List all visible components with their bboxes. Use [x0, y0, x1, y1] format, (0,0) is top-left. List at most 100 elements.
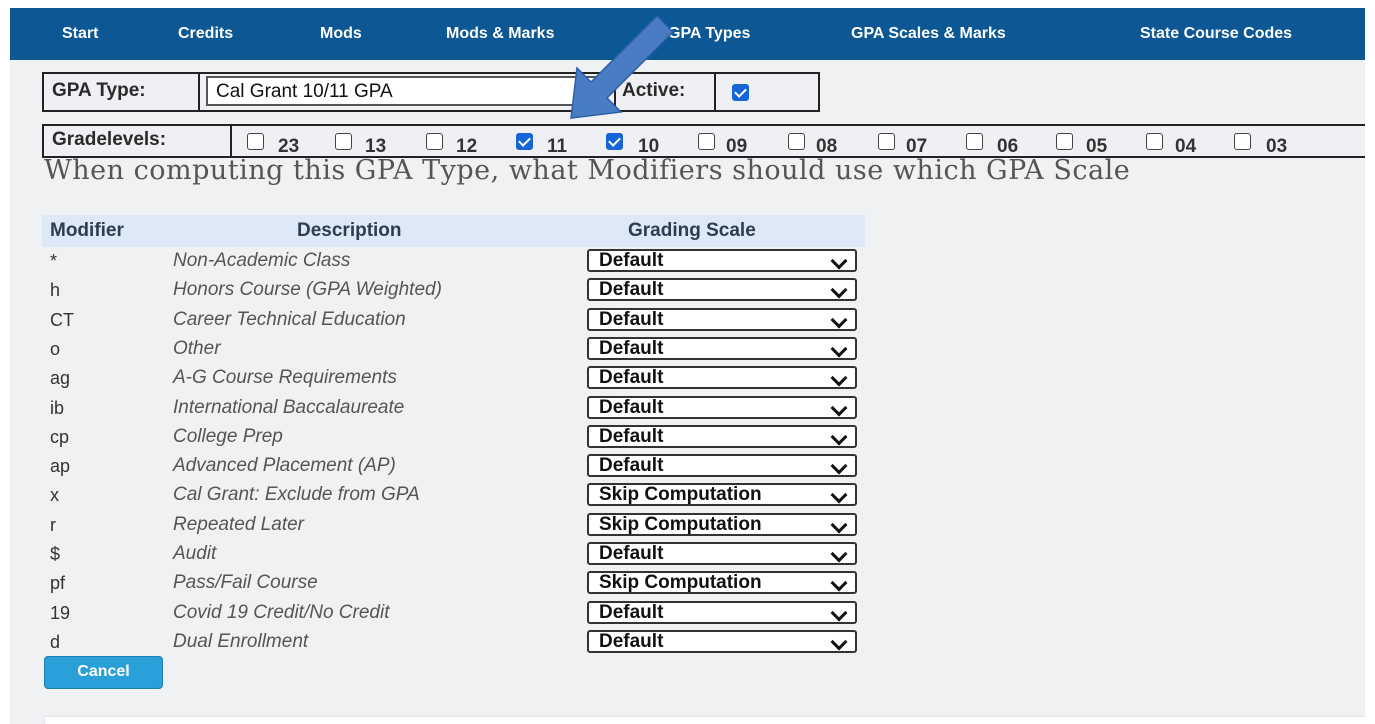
row-modifier: CT	[50, 310, 74, 330]
header-grading-scale: Grading Scale	[628, 220, 756, 241]
gradelevel-checkbox-07[interactable]	[878, 133, 895, 150]
row-description: Other	[173, 338, 221, 359]
gradelevel-checkbox-09[interactable]	[698, 133, 715, 150]
grading-scale-select[interactable]: Default	[587, 454, 857, 477]
gradelevel-checkbox-23[interactable]	[247, 133, 264, 150]
nav-gpa-scales-marks[interactable]: GPA Scales & Marks	[851, 25, 1006, 43]
cancel-button[interactable]: Cancel	[44, 656, 163, 689]
grading-scale-select[interactable]: Skip Computation	[587, 483, 857, 506]
grading-scale-value: Skip Computation	[599, 572, 762, 593]
gpa-type-input[interactable]: Cal Grant 10/11 GPA	[206, 76, 598, 106]
grading-scale-value: Default	[599, 602, 664, 623]
nav-gpa-types[interactable]: GPA Types	[668, 25, 750, 43]
row-modifier: r	[50, 515, 56, 535]
grading-scale-value: Default	[599, 338, 664, 359]
gradelevel-label-04: 04	[1175, 136, 1197, 157]
gradelevel-checkbox-08[interactable]	[788, 133, 805, 150]
grading-scale-select[interactable]: Default	[587, 366, 857, 389]
row-description: Dual Enrollment	[173, 631, 309, 652]
row-description: Non-Academic Class	[173, 250, 351, 271]
grading-scale-value: Default	[599, 455, 664, 476]
chevron-down-icon	[830, 311, 848, 329]
row-description: Cal Grant: Exclude from GPA	[173, 484, 420, 505]
row-modifier: *	[50, 251, 58, 271]
row-modifier: ib	[50, 398, 65, 418]
gradelevel-checkbox-03[interactable]	[1234, 133, 1251, 150]
grading-scale-select[interactable]: Default	[587, 249, 857, 272]
row-description: Career Technical Education	[173, 309, 406, 330]
chevron-down-icon	[830, 574, 848, 592]
grading-scale-value: Default	[599, 250, 664, 271]
gradelevel-checkbox-12[interactable]	[426, 133, 443, 150]
nav-start[interactable]: Start	[62, 25, 98, 43]
row-modifier: ag	[50, 368, 71, 388]
grading-scale-select[interactable]: Default	[587, 278, 857, 301]
grading-scale-select[interactable]: Default	[587, 542, 857, 565]
chevron-down-icon	[830, 457, 848, 475]
gpa-type-label-box: GPA Type:	[42, 72, 200, 112]
grading-scale-value: Default	[599, 279, 664, 300]
row-description: Pass/Fail Course	[173, 572, 318, 593]
chevron-down-icon	[830, 633, 848, 651]
row-modifier: $	[50, 544, 61, 564]
grading-scale-select[interactable]: Default	[587, 396, 857, 419]
gradelevel-checkbox-04[interactable]	[1146, 133, 1163, 150]
row-modifier: h	[50, 280, 61, 300]
grading-scale-value: Default	[599, 631, 664, 652]
bottom-panel	[44, 716, 1365, 724]
row-description: A-G Course Requirements	[173, 367, 397, 388]
row-modifier: pf	[50, 573, 66, 593]
grading-scale-value: Default	[599, 426, 664, 447]
grading-scale-select[interactable]: Default	[587, 308, 857, 331]
row-modifier: 19	[50, 603, 71, 623]
grading-scale-value: Skip Computation	[599, 514, 762, 535]
row-modifier: o	[50, 339, 61, 359]
gradelevels-label: Gradelevels:	[52, 129, 167, 150]
grading-scale-select[interactable]: Default	[587, 601, 857, 624]
grading-scale-select[interactable]: Skip Computation	[587, 571, 857, 594]
row-modifier: d	[50, 632, 61, 652]
active-checkbox-box	[714, 72, 820, 112]
row-modifier: x	[50, 485, 59, 505]
chevron-down-icon	[830, 252, 848, 270]
grading-scale-select[interactable]: Default	[587, 425, 857, 448]
chevron-down-icon	[830, 516, 848, 534]
row-description: College Prep	[173, 426, 283, 447]
nav-mods-marks[interactable]: Mods & Marks	[446, 25, 554, 43]
chevron-down-icon	[830, 428, 848, 446]
grading-scale-value: Default	[599, 367, 664, 388]
active-checkbox[interactable]	[732, 84, 749, 101]
chevron-down-icon	[830, 545, 848, 563]
nav-mods[interactable]: Mods	[320, 25, 362, 43]
nav-credits[interactable]: Credits	[178, 25, 233, 43]
header-modifier: Modifier	[50, 220, 124, 241]
gradelevel-checkbox-05[interactable]	[1056, 133, 1073, 150]
chevron-down-icon	[830, 340, 848, 358]
row-description: Audit	[173, 543, 217, 564]
grading-scale-select[interactable]: Default	[587, 337, 857, 360]
nav-state-course-codes[interactable]: State Course Codes	[1140, 25, 1292, 43]
gradelevel-checkbox-10[interactable]	[606, 133, 623, 150]
row-description: Repeated Later	[173, 514, 304, 535]
grading-scale-value: Default	[599, 397, 664, 418]
annotation-arrow-icon	[570, 14, 675, 119]
gradelevel-label-03: 03	[1266, 136, 1288, 157]
gradelevel-checkbox-11[interactable]	[516, 133, 533, 150]
grading-scale-select[interactable]: Skip Computation	[587, 513, 857, 536]
gradelevel-checkbox-06[interactable]	[966, 133, 983, 150]
gpa-scale-question: When computing this GPA Type, what Modif…	[44, 155, 1131, 186]
grading-scale-value: Skip Computation	[599, 484, 762, 505]
top-nav-bar: Start Credits Mods Mods & Marks GPA Type…	[10, 8, 1365, 60]
row-modifier: cp	[50, 427, 70, 447]
chevron-down-icon	[830, 399, 848, 417]
grading-scale-select[interactable]: Default	[587, 630, 857, 653]
gradelevels-label-box: Gradelevels:	[42, 124, 232, 158]
row-description: Advanced Placement (AP)	[173, 455, 396, 476]
chevron-down-icon	[830, 486, 848, 504]
row-description: Honors Course (GPA Weighted)	[173, 279, 442, 300]
chevron-down-icon	[830, 281, 848, 299]
gradelevel-checkbox-13[interactable]	[335, 133, 352, 150]
page-frame: Start Credits Mods Mods & Marks GPA Type…	[10, 8, 1365, 724]
grading-scale-value: Default	[599, 543, 664, 564]
row-description: Covid 19 Credit/No Credit	[173, 602, 390, 623]
